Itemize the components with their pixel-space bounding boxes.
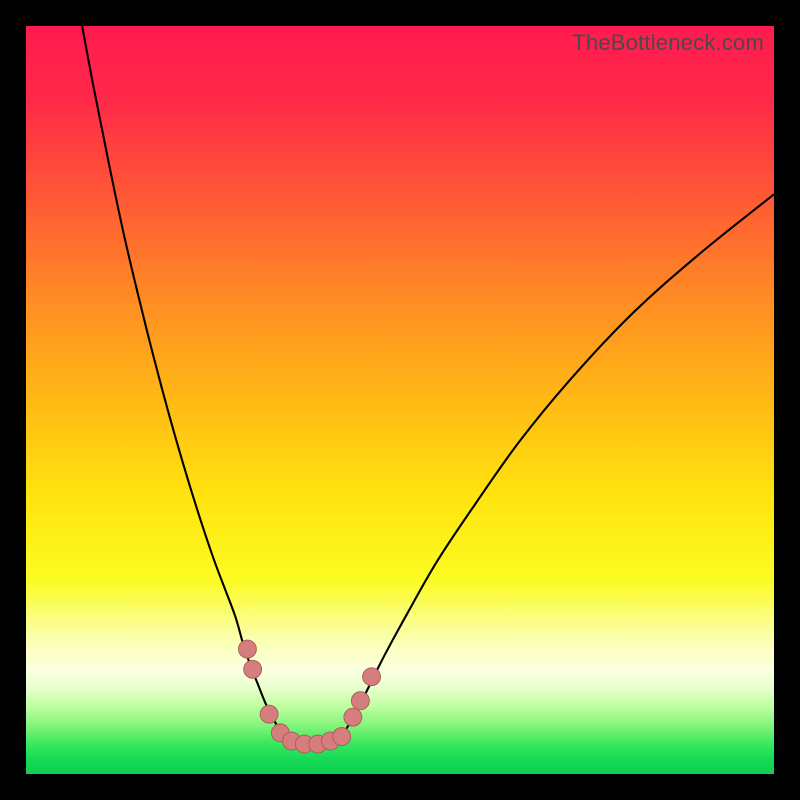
plot-area: TheBottleneck.com xyxy=(26,26,774,774)
marker-point xyxy=(244,660,262,678)
line-series-group xyxy=(82,26,774,746)
marker-point xyxy=(238,640,256,658)
marker-point xyxy=(260,705,278,723)
series-right-curve xyxy=(346,194,774,729)
series-left-curve xyxy=(82,26,279,729)
marker-point xyxy=(351,692,369,710)
marker-point xyxy=(344,708,362,726)
marker-points-group xyxy=(238,640,380,753)
chart-frame: TheBottleneck.com xyxy=(0,0,800,800)
marker-point xyxy=(363,668,381,686)
curves-layer xyxy=(26,26,774,774)
marker-point xyxy=(333,728,351,746)
